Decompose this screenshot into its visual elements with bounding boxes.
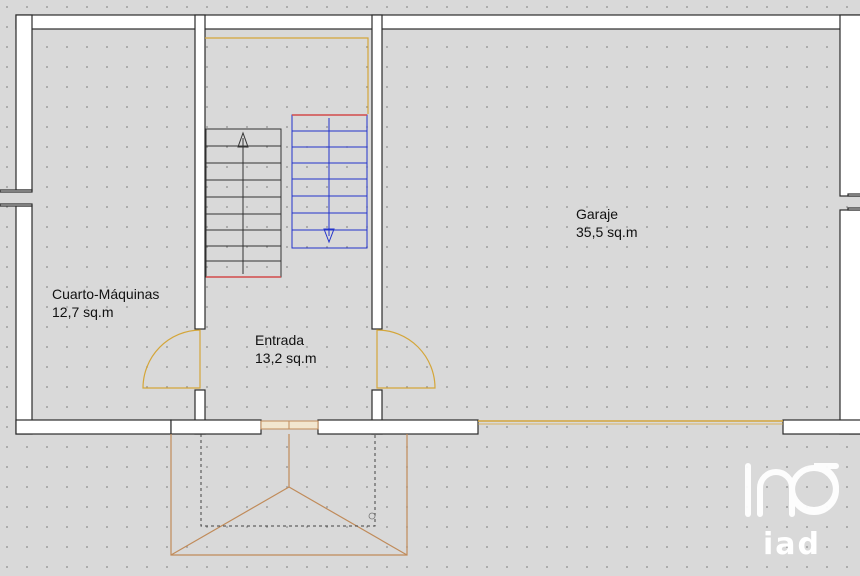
wall-bottom-center-right — [317, 419, 479, 435]
wall-left-lower — [15, 205, 33, 435]
room-label-garaje: Garaje 35,5 sq.m — [576, 205, 637, 241]
room-name: Entrada — [255, 332, 305, 348]
room-name: Garaje — [576, 206, 619, 222]
room-label-entrada: Entrada 13,2 sq.m — [255, 331, 316, 367]
wall-top — [15, 14, 860, 30]
room-area: 35,5 sq.m — [576, 224, 638, 240]
wall-left-stub-lower — [0, 203, 33, 207]
wall-right-stub-lower — [847, 207, 860, 211]
wall-bottom-center-left — [170, 419, 262, 435]
room-area: 12,7 sq.m — [52, 304, 114, 320]
room-area: 13,2 sq.m — [255, 350, 317, 366]
room-label-cuarto-maquinas: Cuarto-Máquinas 12,7 sq.m — [52, 285, 159, 321]
wall-right-stub-upper — [847, 193, 860, 197]
wall-partition-right-upper — [371, 14, 383, 330]
iad-logo: iad — [745, 463, 839, 560]
wall-left-stub-upper — [0, 189, 33, 193]
iad-logo-text: iad — [763, 527, 821, 560]
wall-left-upper — [15, 14, 33, 191]
wall-bottom-left — [15, 419, 172, 435]
room-name: Cuarto-Máquinas — [52, 286, 160, 302]
wall-partition-left-upper — [194, 14, 206, 330]
wall-right-lower — [839, 209, 860, 435]
wall-bottom-right — [782, 419, 860, 435]
entrance-door — [260, 420, 319, 430]
wall-right-upper — [839, 14, 860, 197]
